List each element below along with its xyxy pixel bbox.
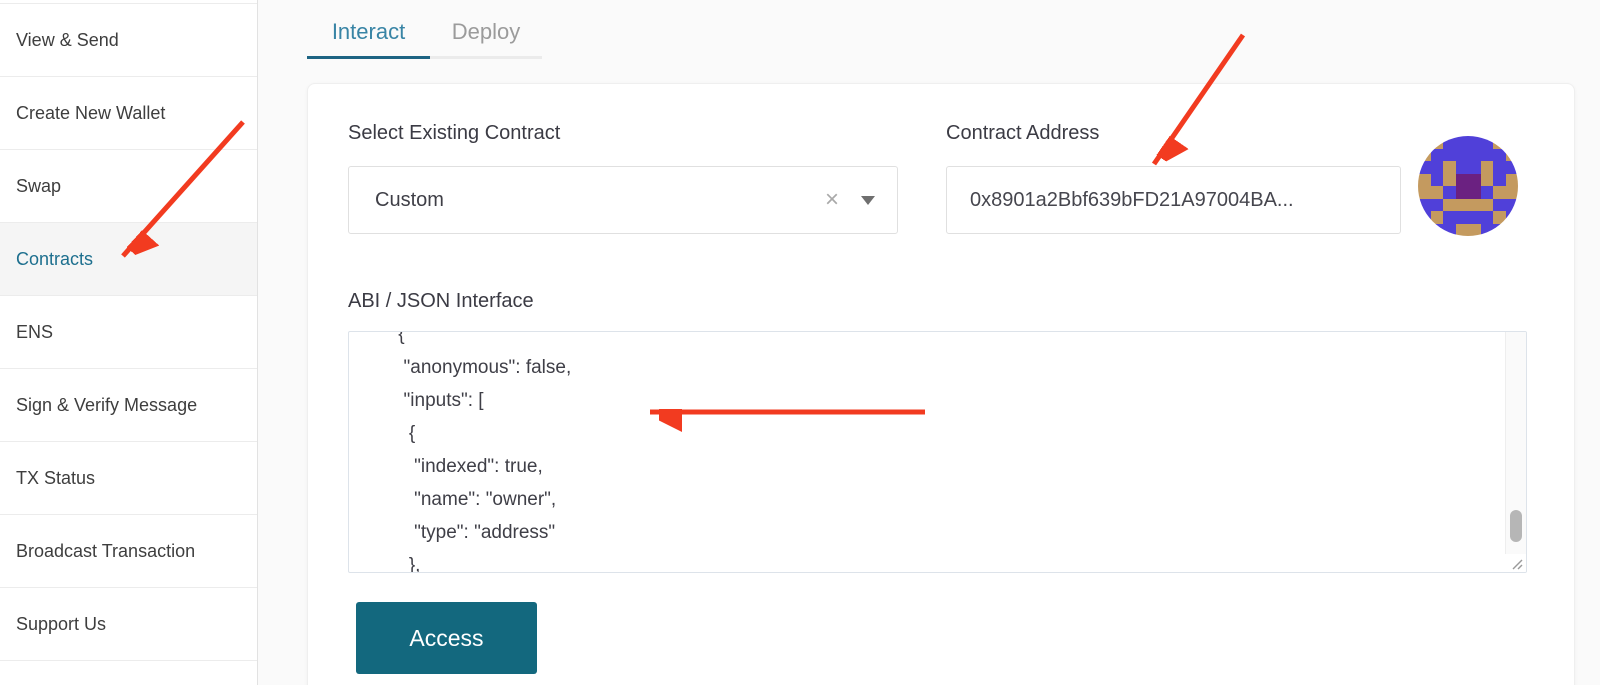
- identicon-cell: [1456, 199, 1469, 212]
- identicon-cell: [1506, 161, 1519, 174]
- identicon-cell: [1443, 224, 1456, 237]
- textarea-scrollbar[interactable]: [1505, 332, 1526, 554]
- identicon-cell: [1418, 224, 1431, 237]
- existing-contract-select[interactable]: Custom ×: [348, 166, 898, 234]
- identicon-cell: [1456, 149, 1469, 162]
- identicon-cell: [1468, 211, 1481, 224]
- identicon-cell: [1418, 149, 1431, 162]
- identicon-cell: [1443, 161, 1456, 174]
- identicon-cell: [1418, 199, 1431, 212]
- identicon-cell: [1431, 199, 1444, 212]
- select-contract-label: Select Existing Contract: [348, 122, 560, 145]
- abi-json-textarea[interactable]: { "anonymous": false, "inputs": [ { "ind…: [348, 331, 1527, 573]
- identicon-cell: [1493, 199, 1506, 212]
- identicon-cell: [1493, 136, 1506, 149]
- chevron-down-icon[interactable]: [861, 196, 875, 205]
- identicon-cell: [1443, 174, 1456, 187]
- sidebar-item-create-new-wallet[interactable]: Create New Wallet: [0, 76, 257, 149]
- contract-address-input[interactable]: 0x8901a2Bbf639bFD21A97004BA...: [946, 166, 1401, 234]
- contract-interact-card: Select Existing Contract Custom × Contra…: [307, 83, 1575, 685]
- identicon-cell: [1456, 211, 1469, 224]
- identicon-cell: [1468, 161, 1481, 174]
- identicon-cell: [1506, 224, 1519, 237]
- abi-label: ABI / JSON Interface: [348, 290, 534, 313]
- resize-handle-icon[interactable]: [1505, 554, 1526, 572]
- identicon-cell: [1456, 161, 1469, 174]
- tab-bar: Interact Deploy: [307, 8, 542, 59]
- selected-contract-value: Custom: [375, 189, 825, 212]
- identicon-cell: [1468, 136, 1481, 149]
- address-identicon-avatar: [1418, 136, 1518, 236]
- identicon-cell: [1431, 149, 1444, 162]
- abi-json-content: { "anonymous": false, "inputs": [ { "ind…: [349, 331, 1502, 573]
- sidebar-item-contracts[interactable]: Contracts: [0, 222, 257, 295]
- contract-address-value: 0x8901a2Bbf639bFD21A97004BA...: [970, 189, 1294, 212]
- identicon-cell: [1431, 136, 1444, 149]
- identicon-cell: [1431, 224, 1444, 237]
- identicon-cell: [1456, 186, 1469, 199]
- scrollbar-thumb[interactable]: [1510, 510, 1522, 542]
- identicon-cell: [1468, 199, 1481, 212]
- identicon-cell: [1418, 136, 1431, 149]
- identicon-cell: [1443, 211, 1456, 224]
- identicon-cell: [1468, 224, 1481, 237]
- identicon-cell: [1443, 136, 1456, 149]
- identicon-cell: [1481, 161, 1494, 174]
- identicon-cell: [1493, 161, 1506, 174]
- identicon-cell: [1418, 186, 1431, 199]
- identicon-cell: [1443, 199, 1456, 212]
- identicon-cell: [1418, 161, 1431, 174]
- identicon-cell: [1506, 136, 1519, 149]
- identicon-cell: [1431, 186, 1444, 199]
- contract-address-label: Contract Address: [946, 122, 1099, 145]
- identicon-cell: [1506, 174, 1519, 187]
- identicon-cell: [1456, 174, 1469, 187]
- identicon-cell: [1493, 224, 1506, 237]
- sidebar-divider: [0, 660, 257, 661]
- identicon-cell: [1493, 149, 1506, 162]
- identicon-cell: [1431, 211, 1444, 224]
- identicon-cell: [1481, 174, 1494, 187]
- sidebar-nav: View & SendCreate New WalletSwapContract…: [0, 0, 258, 685]
- clear-selection-icon[interactable]: ×: [825, 188, 839, 212]
- identicon-cell: [1468, 174, 1481, 187]
- identicon-cell: [1481, 186, 1494, 199]
- access-button[interactable]: Access: [356, 602, 537, 674]
- identicon-cell: [1468, 186, 1481, 199]
- sidebar-item-broadcast-transaction[interactable]: Broadcast Transaction: [0, 514, 257, 587]
- identicon-cell: [1443, 186, 1456, 199]
- identicon-cell: [1431, 161, 1444, 174]
- identicon-cell: [1431, 174, 1444, 187]
- identicon-cell: [1468, 149, 1481, 162]
- identicon-cell: [1418, 174, 1431, 187]
- identicon-cell: [1418, 211, 1431, 224]
- identicon-cell: [1493, 174, 1506, 187]
- identicon-cell: [1481, 199, 1494, 212]
- sidebar-item-tx-status[interactable]: TX Status: [0, 441, 257, 514]
- identicon-cell: [1506, 186, 1519, 199]
- identicon-cell: [1493, 186, 1506, 199]
- identicon-cell: [1493, 211, 1506, 224]
- sidebar-item-ens[interactable]: ENS: [0, 295, 257, 368]
- identicon-cell: [1506, 149, 1519, 162]
- sidebar-item-support-us[interactable]: Support Us: [0, 587, 257, 660]
- identicon-cell: [1481, 149, 1494, 162]
- sidebar-item-swap[interactable]: Swap: [0, 149, 257, 222]
- identicon-cell: [1456, 136, 1469, 149]
- identicon-cell: [1506, 211, 1519, 224]
- identicon-cell: [1481, 224, 1494, 237]
- identicon-cell: [1456, 224, 1469, 237]
- tab-interact[interactable]: Interact: [307, 8, 430, 59]
- sidebar-item-view-send[interactable]: View & Send: [0, 3, 257, 76]
- identicon-cell: [1481, 211, 1494, 224]
- identicon-cell: [1506, 199, 1519, 212]
- tab-deploy[interactable]: Deploy: [430, 8, 542, 59]
- identicon-cell: [1443, 149, 1456, 162]
- sidebar-item-sign-verify-message[interactable]: Sign & Verify Message: [0, 368, 257, 441]
- identicon-cell: [1481, 136, 1494, 149]
